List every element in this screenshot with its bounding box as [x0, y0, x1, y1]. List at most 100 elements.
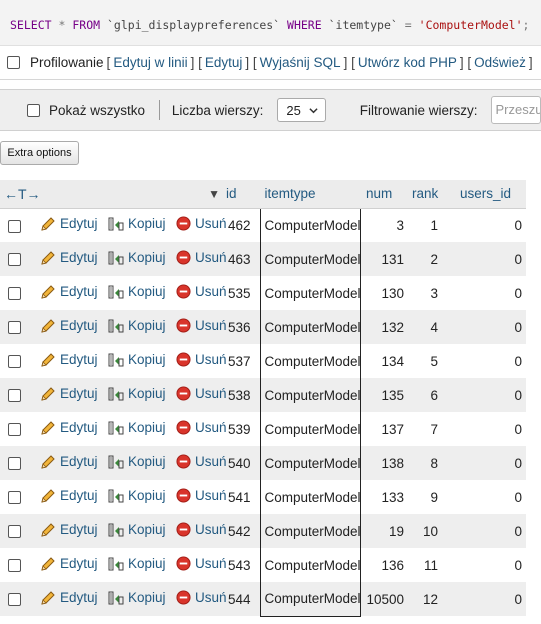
cell-rank: 10 [408, 514, 456, 548]
inline-edit-link[interactable]: Edytuj w linii [113, 55, 187, 70]
column-header-users-id[interactable]: users_id [456, 180, 526, 209]
cell-users-id: 0 [456, 344, 526, 378]
show-all-checkbox[interactable] [27, 103, 40, 117]
edit-button[interactable]: Edytuj [40, 284, 98, 300]
cell-num: 10500 [360, 582, 408, 616]
edit-label: Edytuj [60, 420, 98, 435]
edit-button[interactable]: Edytuj [40, 454, 98, 470]
edit-button[interactable]: Edytuj [40, 386, 98, 402]
copy-button[interactable]: Kopiuj [108, 420, 166, 436]
row-checkbox-cell [0, 548, 30, 582]
extra-options-button[interactable]: Extra options [0, 141, 79, 165]
delete-icon [176, 522, 191, 537]
cell-users-id: 0 [456, 480, 526, 514]
copy-cell: Kopiuj [98, 480, 166, 514]
row-checkbox-cell [0, 276, 30, 310]
column-header-num[interactable]: num [360, 180, 408, 209]
row-checkbox[interactable] [8, 559, 21, 573]
delete-button[interactable]: Usuń [176, 420, 226, 435]
copy-button[interactable]: Kopiuj [108, 352, 166, 368]
edit-button[interactable]: Edytuj [40, 250, 98, 266]
pencil-icon [41, 352, 55, 367]
row-checkbox[interactable] [8, 321, 21, 335]
sql-from-keyword: FROM [72, 18, 101, 32]
delete-button[interactable]: Usuń [176, 216, 226, 231]
delete-button[interactable]: Usuń [176, 250, 226, 265]
row-checkbox[interactable] [8, 593, 21, 607]
row-checkbox[interactable] [8, 457, 21, 471]
cell-id: 541 [226, 480, 260, 514]
copy-button[interactable]: Kopiuj [108, 250, 166, 266]
delete-button[interactable]: Usuń [176, 590, 226, 605]
edit-cell: Edytuj [30, 310, 98, 344]
column-header-rank[interactable]: rank [408, 180, 456, 209]
delete-button[interactable]: Usuń [176, 556, 226, 571]
copy-button[interactable]: Kopiuj [108, 488, 166, 504]
edit-query-link[interactable]: Edytuj [205, 55, 243, 70]
delete-icon [176, 216, 191, 231]
column-resize-arrows[interactable]: ←T→ [0, 180, 98, 209]
rows-count-select[interactable]: 25 [277, 98, 326, 122]
edit-button[interactable]: Edytuj [40, 590, 98, 606]
copy-button[interactable]: Kopiuj [108, 556, 166, 572]
table-row: Edytuj Kopiuj Usuń [0, 412, 526, 446]
cell-id: 538 [226, 378, 260, 412]
show-all-label[interactable]: Pokaż wszystko [49, 103, 145, 118]
sort-cell: ▼ [98, 180, 226, 209]
edit-button[interactable]: Edytuj [40, 522, 98, 538]
navigation-bar: Pokaż wszystko Liczba wierszy: 25 Filtro… [0, 89, 541, 131]
row-checkbox[interactable] [8, 525, 21, 539]
delete-button[interactable]: Usuń [176, 522, 226, 537]
sort-descending-icon[interactable]: ▼ [196, 187, 226, 201]
query-options-bar: Profilowanie [Edytuj w linii] [Edytuj] [… [0, 46, 541, 80]
delete-button[interactable]: Usuń [176, 352, 226, 367]
delete-button[interactable]: Usuń [176, 488, 226, 503]
copy-button[interactable]: Kopiuj [108, 284, 166, 300]
row-checkbox[interactable] [8, 389, 21, 403]
copy-button[interactable]: Kopiuj [108, 590, 166, 606]
copy-button[interactable]: Kopiuj [108, 522, 166, 538]
cell-num: 19 [360, 514, 408, 548]
pencil-icon [41, 590, 55, 605]
edit-label: Edytuj [60, 386, 98, 401]
copy-button[interactable]: Kopiuj [108, 318, 166, 334]
cell-users-id: 0 [456, 412, 526, 446]
edit-button[interactable]: Edytuj [40, 216, 98, 232]
row-checkbox[interactable] [8, 219, 21, 233]
copy-button[interactable]: Kopiuj [108, 454, 166, 470]
delete-cell: Usuń [166, 344, 226, 378]
refresh-link[interactable]: Odśwież [474, 55, 526, 70]
copy-button[interactable]: Kopiuj [108, 216, 166, 232]
copy-label: Kopiuj [128, 216, 166, 232]
row-checkbox[interactable] [8, 491, 21, 505]
filter-rows-input[interactable]: Przeszukaj [490, 96, 541, 124]
copy-icon [108, 387, 124, 400]
edit-cell: Edytuj [30, 208, 98, 242]
copy-button[interactable]: Kopiuj [108, 386, 166, 402]
delete-button[interactable]: Usuń [176, 318, 226, 333]
edit-button[interactable]: Edytuj [40, 488, 98, 504]
cell-itemtype: ComputerModel [259, 548, 361, 582]
edit-button[interactable]: Edytuj [40, 352, 98, 368]
explain-sql-link[interactable]: Wyjaśnij SQL [260, 55, 341, 70]
column-header-id[interactable]: id [226, 180, 260, 209]
delete-icon [176, 556, 191, 571]
sql-table-name: `glpi_displaypreferences` [107, 18, 281, 32]
row-checkbox[interactable] [8, 287, 21, 301]
edit-button[interactable]: Edytuj [40, 420, 98, 436]
edit-button[interactable]: Edytuj [40, 318, 98, 334]
copy-label: Kopiuj [128, 522, 166, 537]
delete-button[interactable]: Usuń [176, 284, 226, 299]
delete-button[interactable]: Usuń [176, 454, 226, 469]
row-checkbox[interactable] [8, 253, 21, 267]
profiling-checkbox[interactable] [7, 56, 20, 69]
edit-button[interactable]: Edytuj [40, 556, 98, 572]
row-checkbox[interactable] [8, 355, 21, 369]
row-checkbox[interactable] [8, 423, 21, 437]
create-php-code-link[interactable]: Utwórz kod PHP [358, 55, 457, 70]
delete-icon [176, 284, 191, 299]
column-header-itemtype[interactable]: itemtype [260, 180, 360, 209]
delete-icon [176, 488, 191, 503]
delete-button[interactable]: Usuń [176, 386, 226, 401]
delete-icon [176, 420, 191, 435]
